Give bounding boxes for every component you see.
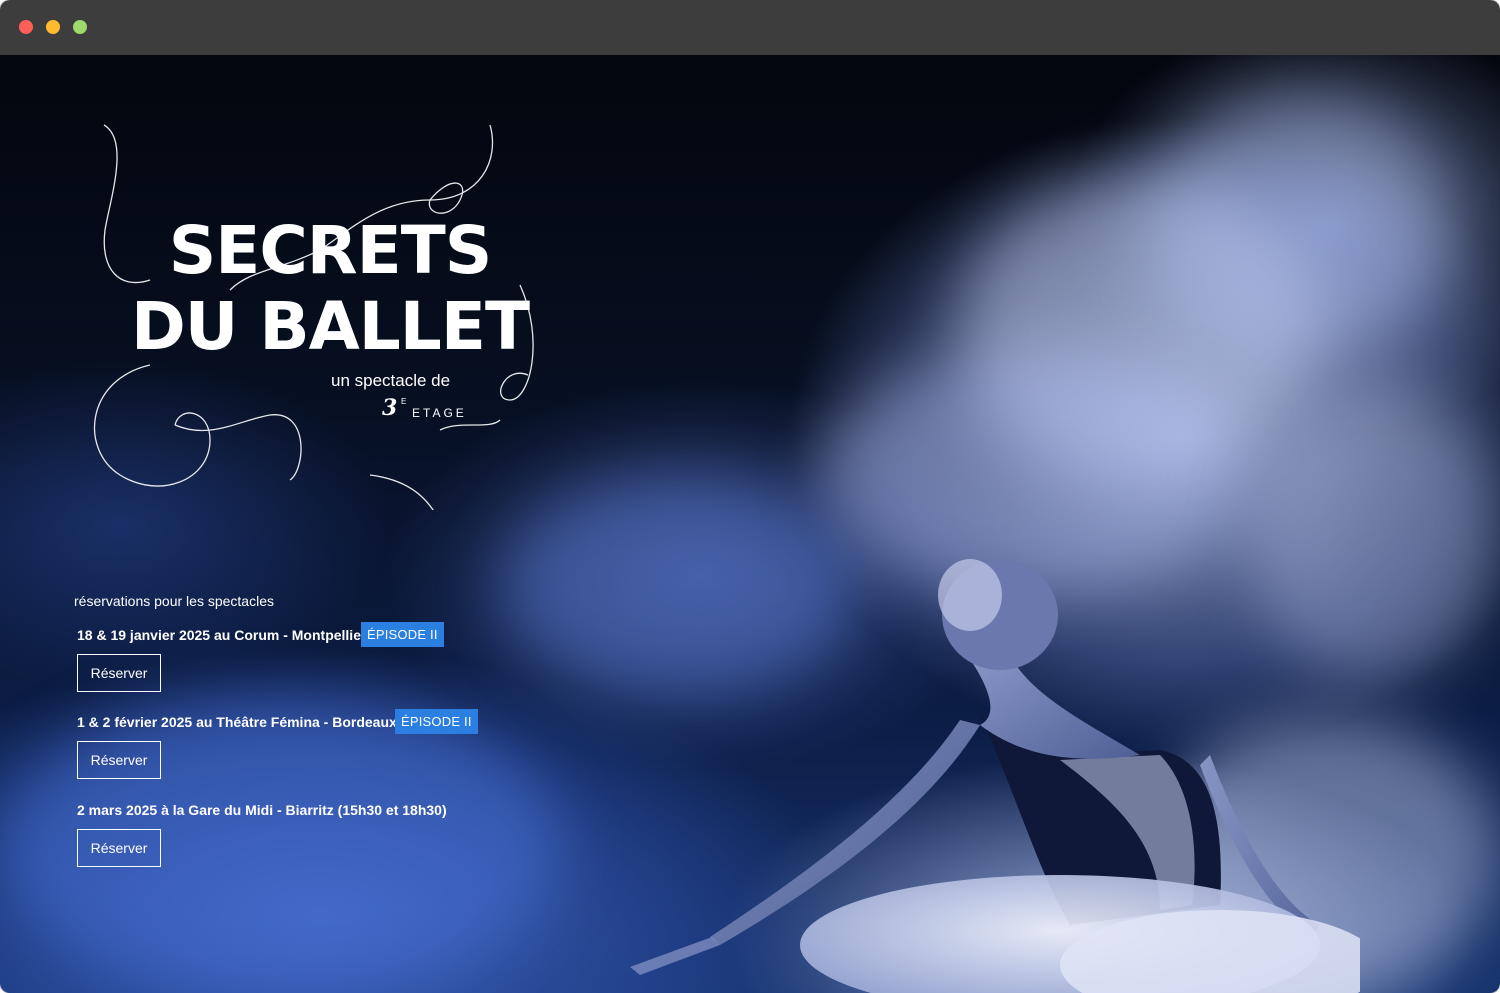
event-1-text: 18 & 19 janvier 2025 au Corum - Montpell… <box>77 627 367 643</box>
logo-superscript: E <box>401 397 407 406</box>
title-line-1: SECRETS <box>168 212 493 289</box>
minimize-window-button[interactable] <box>46 20 60 34</box>
event-2-text: 1 & 2 février 2025 au Théâtre Fémina - B… <box>77 714 397 730</box>
logo-number: 3 <box>382 395 398 421</box>
ballerina-image <box>630 559 1360 993</box>
event-1-badge: ÉPISODE II <box>361 622 444 647</box>
reserve-button-1[interactable]: Réserver <box>77 654 161 692</box>
reserve-button-2[interactable]: Réserver <box>77 741 161 779</box>
window-titlebar <box>0 0 1500 55</box>
logo-word: ETAGE <box>412 406 467 420</box>
byline: un spectacle de <box>331 371 451 390</box>
company-logo[interactable]: 3 E ETAGE <box>382 395 482 429</box>
browser-window: SECRETS DU BALLET un spectacle de 3 E ET… <box>0 0 1500 993</box>
hero-section: SECRETS DU BALLET un spectacle de 3 E ET… <box>0 55 1500 993</box>
page-title: SECRETS DU BALLET <box>120 213 540 365</box>
title-line-2: DU BALLET <box>131 288 530 365</box>
maximize-window-button[interactable] <box>73 20 87 34</box>
reserve-button-3[interactable]: Réserver <box>77 829 161 867</box>
event-2-badge: ÉPISODE II <box>395 709 478 734</box>
smoke-cloud <box>960 175 1320 475</box>
smoke-cloud <box>1150 95 1450 355</box>
event-3-text: 2 mars 2025 à la Gare du Midi - Biarritz… <box>77 802 447 818</box>
reservations-intro: réservations pour les spectacles <box>74 593 274 609</box>
close-window-button[interactable] <box>19 20 33 34</box>
